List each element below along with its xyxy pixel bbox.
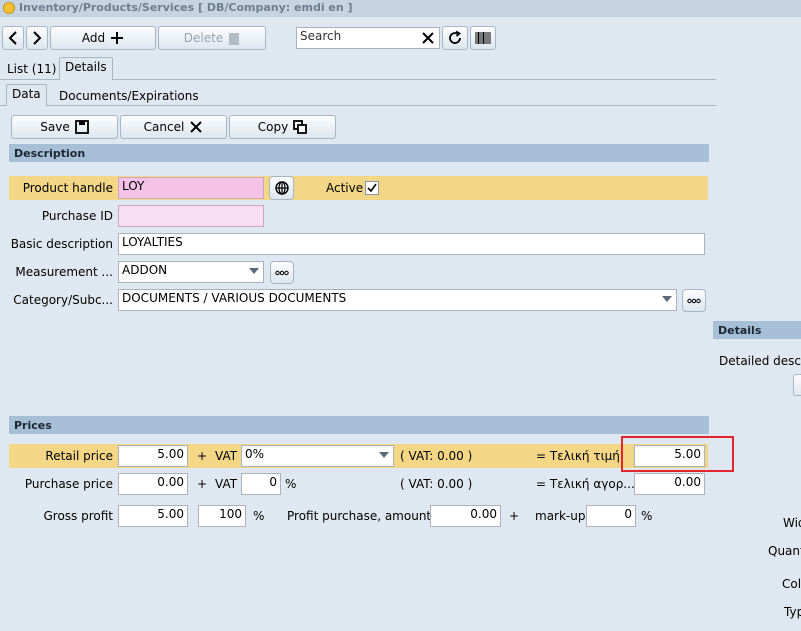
- measurement-more-button[interactable]: [270, 261, 294, 284]
- save-button[interactable]: Save: [11, 115, 118, 139]
- purchase-vat-amount: ( VAT: 0.00 ): [400, 477, 473, 491]
- floppy-disk-icon: [74, 120, 89, 134]
- type-label: Typ: [784, 605, 801, 619]
- barcode-icon: [475, 32, 491, 44]
- category-label: Category/Subc...: [13, 293, 113, 307]
- ellipsis-icon: [275, 270, 289, 275]
- add-label: Add: [81, 31, 106, 45]
- purchase-id-label: Purchase ID: [41, 209, 113, 223]
- active-checkbox[interactable]: [365, 181, 379, 195]
- copy-label: Copy: [257, 120, 289, 134]
- final-price-highlight: [621, 436, 734, 472]
- tab-documents-expirations[interactable]: Documents/Expirations: [54, 86, 204, 106]
- purchase-vat-field[interactable]: 0: [241, 473, 281, 495]
- retail-price-field[interactable]: 5.00: [118, 445, 188, 467]
- copy-button[interactable]: Copy: [229, 115, 336, 139]
- basic-description-label: Basic description: [10, 237, 113, 251]
- final-price-label: = Τελική τιμή: [536, 449, 620, 463]
- product-handle-label: Product handle: [22, 181, 113, 195]
- measurement-select[interactable]: ADDON: [118, 261, 264, 283]
- profit-purchase-label: Profit purchase, amount: [287, 509, 432, 523]
- forward-button[interactable]: [26, 26, 48, 50]
- quantity-label: Quant: [768, 544, 801, 558]
- search-placeholder: Search: [300, 29, 342, 43]
- chevron-down-icon: [662, 296, 672, 302]
- chevron-down-icon: [249, 268, 259, 274]
- tab-details[interactable]: Details: [59, 57, 113, 80]
- chevron-down-icon: [379, 452, 389, 458]
- final-purchase-label: = Τελική αγορ...: [536, 477, 635, 491]
- tab-list[interactable]: List (11): [2, 59, 61, 79]
- cancel-button[interactable]: Cancel: [120, 115, 227, 139]
- purchase-plus: +: [197, 477, 208, 491]
- retail-vat-select[interactable]: 0%: [241, 445, 394, 467]
- plus-icon: [111, 32, 124, 44]
- purchase-id-field[interactable]: [118, 205, 264, 227]
- active-label: Active: [326, 181, 364, 195]
- category-more-button[interactable]: [682, 289, 706, 312]
- width-label: Wid: [783, 516, 801, 530]
- window-title: Inventory/Products/Services [ DB/Company…: [19, 1, 353, 14]
- save-label: Save: [40, 120, 70, 134]
- close-icon: [190, 121, 203, 133]
- delete-label: Delete: [183, 31, 224, 45]
- product-handle-field[interactable]: LOY: [118, 177, 264, 199]
- retail-vat-amount: ( VAT: 0.00 ): [400, 449, 473, 463]
- app-icon: [3, 2, 15, 14]
- measurement-label: Measurement ...: [15, 265, 113, 279]
- refresh-icon: [449, 30, 462, 44]
- chevron-right-icon: [33, 31, 42, 45]
- profit-purchase-field[interactable]: 0.00: [430, 505, 501, 527]
- measurement-value: ADDON: [122, 263, 168, 277]
- retail-vat-value: 0%: [245, 447, 265, 461]
- section-details: Details: [713, 321, 801, 339]
- checkmark-icon: [367, 183, 377, 193]
- purchase-vat-percent: %: [285, 477, 297, 491]
- color-label: Col: [782, 577, 801, 591]
- markup-label: mark-up: [535, 509, 586, 523]
- refresh-button[interactable]: [442, 26, 468, 50]
- chevron-left-icon: [8, 31, 17, 45]
- retail-vat-label: VAT: [215, 449, 238, 463]
- final-purchase-field[interactable]: 0.00: [634, 473, 705, 495]
- back-button[interactable]: [2, 26, 24, 50]
- markup-percent-sign: %: [641, 509, 653, 523]
- gross-profit-field[interactable]: 5.00: [118, 505, 188, 527]
- category-select[interactable]: DOCUMENTS / VARIOUS DOCUMENTS: [118, 289, 677, 311]
- detailed-desc-label: Detailed desc.: [719, 354, 801, 368]
- gross-profit-percent-field[interactable]: 100: [198, 505, 246, 527]
- purchase-price-label: Purchase price: [24, 477, 113, 491]
- cancel-label: Cancel: [143, 120, 185, 134]
- markup-field[interactable]: 0: [586, 505, 636, 527]
- ellipsis-icon: [687, 298, 701, 303]
- barcode-button[interactable]: [470, 26, 496, 50]
- gross-profit-percent-sign: %: [253, 509, 265, 523]
- delete-button[interactable]: Delete: [158, 26, 266, 50]
- basic-description-field[interactable]: LOYALTIES: [118, 233, 705, 255]
- section-description: Description: [9, 144, 709, 162]
- search-input[interactable]: Search: [296, 27, 440, 49]
- category-value: DOCUMENTS / VARIOUS DOCUMENTS: [122, 291, 347, 305]
- tab-data[interactable]: Data: [6, 84, 47, 106]
- clear-search-icon[interactable]: [420, 30, 436, 46]
- trash-icon: [229, 33, 240, 45]
- globe-icon: [274, 181, 289, 195]
- copy-icon: [293, 120, 308, 134]
- globe-button[interactable]: [269, 176, 294, 200]
- gross-profit-label: Gross profit: [43, 509, 113, 523]
- add-button[interactable]: Add: [50, 26, 156, 50]
- purchase-vat-label: VAT: [215, 477, 238, 491]
- section-prices: Prices: [9, 416, 709, 434]
- profit-plus: +: [509, 509, 520, 523]
- retail-price-label: Retail price: [45, 449, 113, 463]
- retail-plus: +: [197, 449, 208, 463]
- detailed-desc-button[interactable]: [793, 374, 801, 396]
- purchase-price-field[interactable]: 0.00: [118, 473, 188, 495]
